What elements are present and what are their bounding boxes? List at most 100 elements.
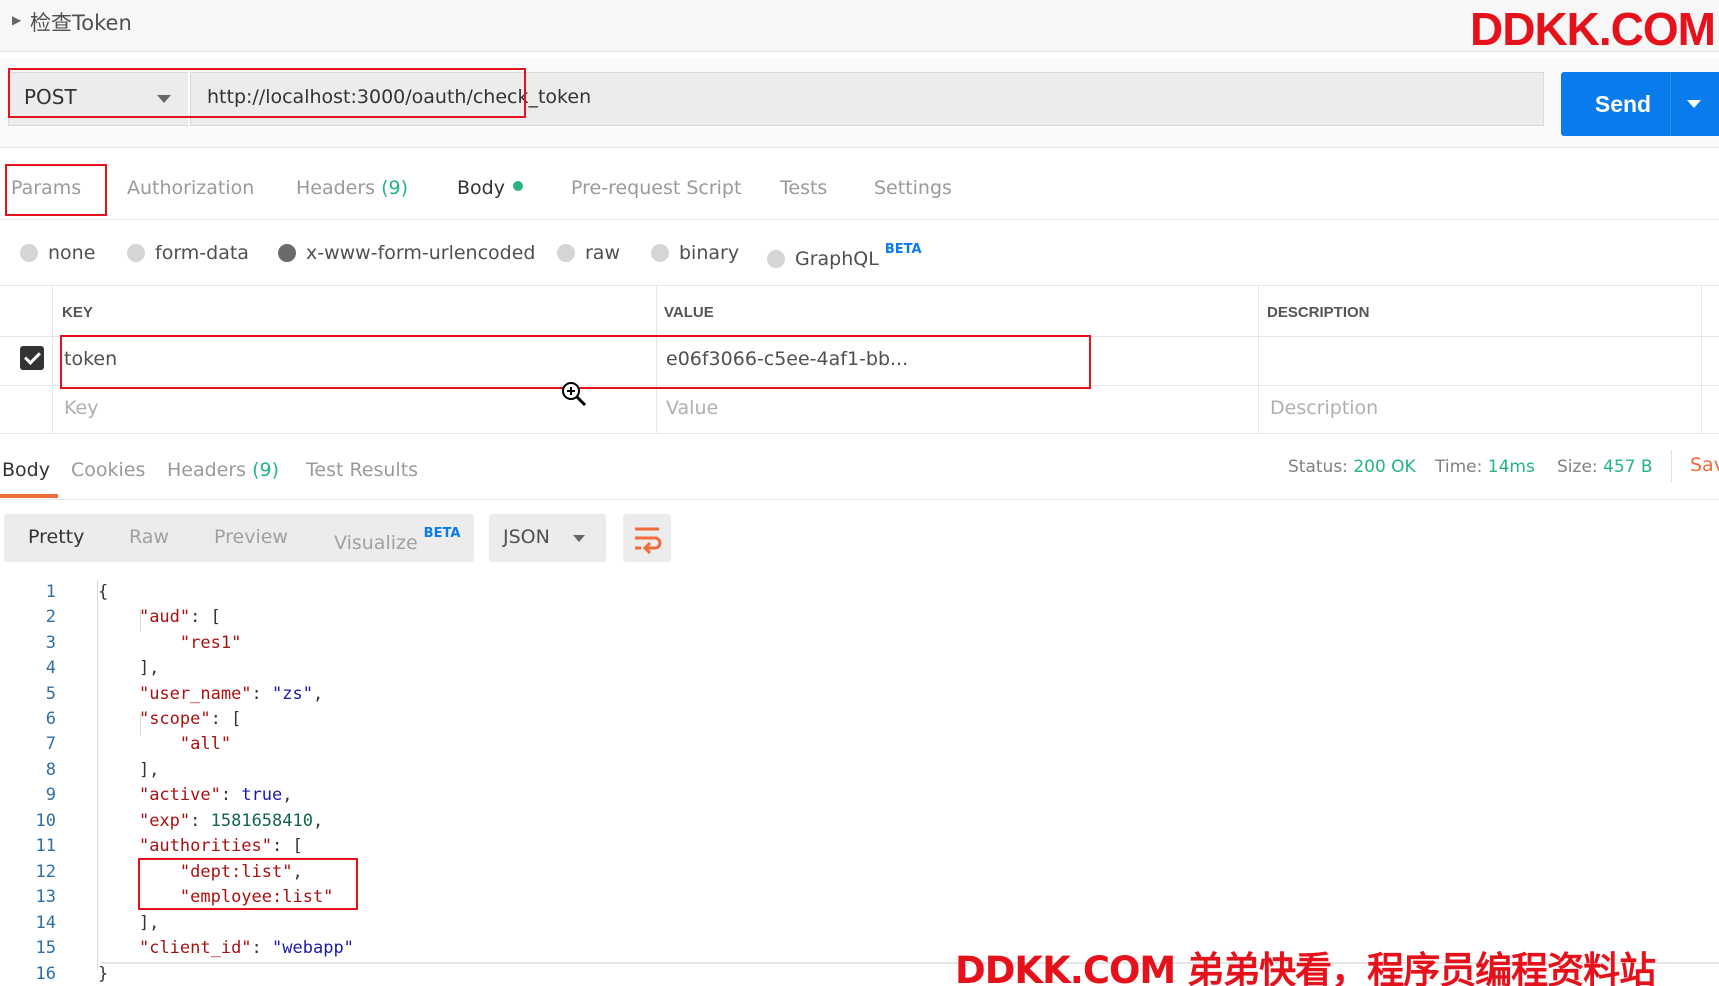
request-name[interactable]: 检查Token [30, 7, 132, 37]
time-value: 14ms [1487, 457, 1535, 477]
radio-graphql[interactable]: GraphQL BETA [767, 242, 922, 270]
tab-headers[interactable]: Headers (9) [296, 177, 408, 199]
code-token: "all" [179, 734, 232, 754]
radio-circle [557, 244, 575, 262]
line-number: 15 [35, 938, 56, 958]
view-preview[interactable]: Preview [214, 526, 288, 548]
line-number: 6 [45, 709, 56, 729]
view-raw[interactable]: Raw [129, 526, 169, 548]
code-line: "aud": [ [138, 607, 221, 627]
code-line: ], [98, 760, 160, 780]
code-line: "all" [98, 734, 231, 754]
tab-pre-request-script[interactable]: Pre-request Script [571, 177, 741, 199]
code-token: "res1" [179, 633, 242, 653]
tab-body[interactable]: Body [457, 177, 523, 199]
tab-response-cookies[interactable]: Cookies [71, 459, 145, 481]
code-token: { [98, 582, 109, 602]
line-number: 4 [45, 658, 56, 678]
tab-response-headers[interactable]: Headers (9) [167, 459, 279, 481]
code-line: "scope": [ [138, 709, 242, 729]
code-token: "aud" [138, 607, 191, 627]
tab-settings[interactable]: Settings [874, 177, 952, 199]
radio-raw-label: raw [585, 242, 620, 264]
tab-response-body[interactable]: Body [2, 459, 50, 481]
code-token: "webapp" [272, 938, 354, 958]
send-options-button[interactable] [1670, 72, 1719, 136]
line-number: 3 [45, 633, 56, 653]
code-line: "authorities": [ [138, 836, 303, 856]
code-token: } [98, 964, 109, 984]
body-type-selector: none form-data x-www-form-urlencoded raw… [0, 228, 1719, 280]
format-value: JSON [503, 526, 550, 548]
request-title-bar: ▶ 检查Token [0, 0, 1719, 52]
status-value: 200 OK [1353, 457, 1416, 477]
highlight-box-authorities [138, 858, 358, 910]
radio-circle [20, 244, 38, 262]
description-placeholder[interactable]: Description [1270, 397, 1378, 419]
response-body-editor[interactable]: 1 2 3 4 5 6 7 8 9 10 11 12 13 14 15 16 {… [0, 580, 1719, 986]
format-select[interactable]: JSON [489, 514, 606, 562]
chevron-down-icon [1687, 100, 1701, 108]
tab-body-label: Body [457, 177, 505, 199]
tab-headers-count: (9) [381, 177, 409, 199]
size-value: 457 B [1603, 457, 1653, 477]
save-response-button[interactable]: Sav [1690, 454, 1719, 476]
radio-binary-label: binary [679, 242, 740, 264]
row-enabled-checkbox[interactable] [20, 346, 44, 370]
view-visualize-label: Visualize [334, 532, 418, 554]
radio-urlencoded-label: x-www-form-urlencoded [306, 242, 536, 264]
radio-none-label: none [48, 242, 96, 264]
radio-circle [767, 250, 785, 268]
line-number: 9 [45, 785, 56, 805]
code-token: "active" [138, 785, 221, 805]
radio-none[interactable]: none [20, 242, 95, 264]
status-label: Status: [1288, 457, 1348, 477]
wrap-lines-button[interactable] [623, 514, 671, 562]
radio-form-data[interactable]: form-data [127, 242, 249, 264]
value-placeholder[interactable]: Value [666, 397, 718, 419]
line-number: 2 [45, 607, 56, 627]
collapse-caret-icon[interactable]: ▶ [12, 13, 21, 27]
code-line: "active": true, [138, 785, 293, 805]
send-button[interactable]: Send [1561, 72, 1685, 136]
view-pretty[interactable]: Pretty [28, 526, 84, 548]
code-token: "user_name" [138, 684, 252, 704]
wrap-lines-icon [635, 527, 662, 555]
line-number: 11 [35, 836, 56, 856]
watermark-bottom: DDKK.COM 弟弟快看，程序员编程资料站 [955, 949, 1656, 986]
code-token: "client_id" [138, 938, 252, 958]
code-line: "client_id": "webapp" [138, 938, 354, 958]
size-readout: Size: 457 B [1557, 457, 1653, 477]
code-line: } [98, 964, 108, 984]
key-placeholder[interactable]: Key [64, 397, 98, 419]
status-readout: Status: 200 OK [1288, 457, 1416, 477]
zoom-cursor-icon [562, 382, 587, 407]
time-readout: Time: 14ms [1435, 457, 1535, 477]
radio-urlencoded[interactable]: x-www-form-urlencoded [278, 242, 535, 264]
code-line: "exp": 1581658410, [138, 811, 324, 831]
column-header-key: KEY [62, 304, 93, 321]
tab-authorization[interactable]: Authorization [127, 177, 254, 199]
view-mode-segmented-control: Pretty Raw Preview Visualize BETA [4, 514, 474, 562]
view-visualize[interactable]: Visualize BETA [334, 526, 460, 554]
body-indicator-dot [512, 181, 523, 191]
code-token: true [241, 785, 283, 805]
beta-badge: BETA [423, 526, 461, 541]
line-number: 1 [45, 582, 56, 602]
radio-binary[interactable]: binary [651, 242, 739, 264]
watermark-top: DDKK.COM [1470, 3, 1716, 55]
chevron-down-icon [573, 535, 585, 542]
code-token: 1581658410 [210, 811, 313, 831]
tab-response-headers-count: (9) [252, 459, 280, 481]
code-line: "user_name": "zs", [138, 684, 324, 704]
active-tab-underline [0, 494, 58, 498]
tab-tests[interactable]: Tests [780, 177, 827, 199]
highlight-box-params [5, 164, 107, 216]
request-tabs: Params Authorization Headers (9) Body Pr… [0, 158, 1719, 220]
code-line: ], [98, 913, 160, 933]
tab-test-results[interactable]: Test Results [306, 459, 418, 481]
code-line: { [98, 582, 108, 602]
radio-raw[interactable]: raw [557, 242, 620, 264]
beta-badge: BETA [884, 242, 922, 257]
time-label: Time: [1435, 457, 1483, 477]
